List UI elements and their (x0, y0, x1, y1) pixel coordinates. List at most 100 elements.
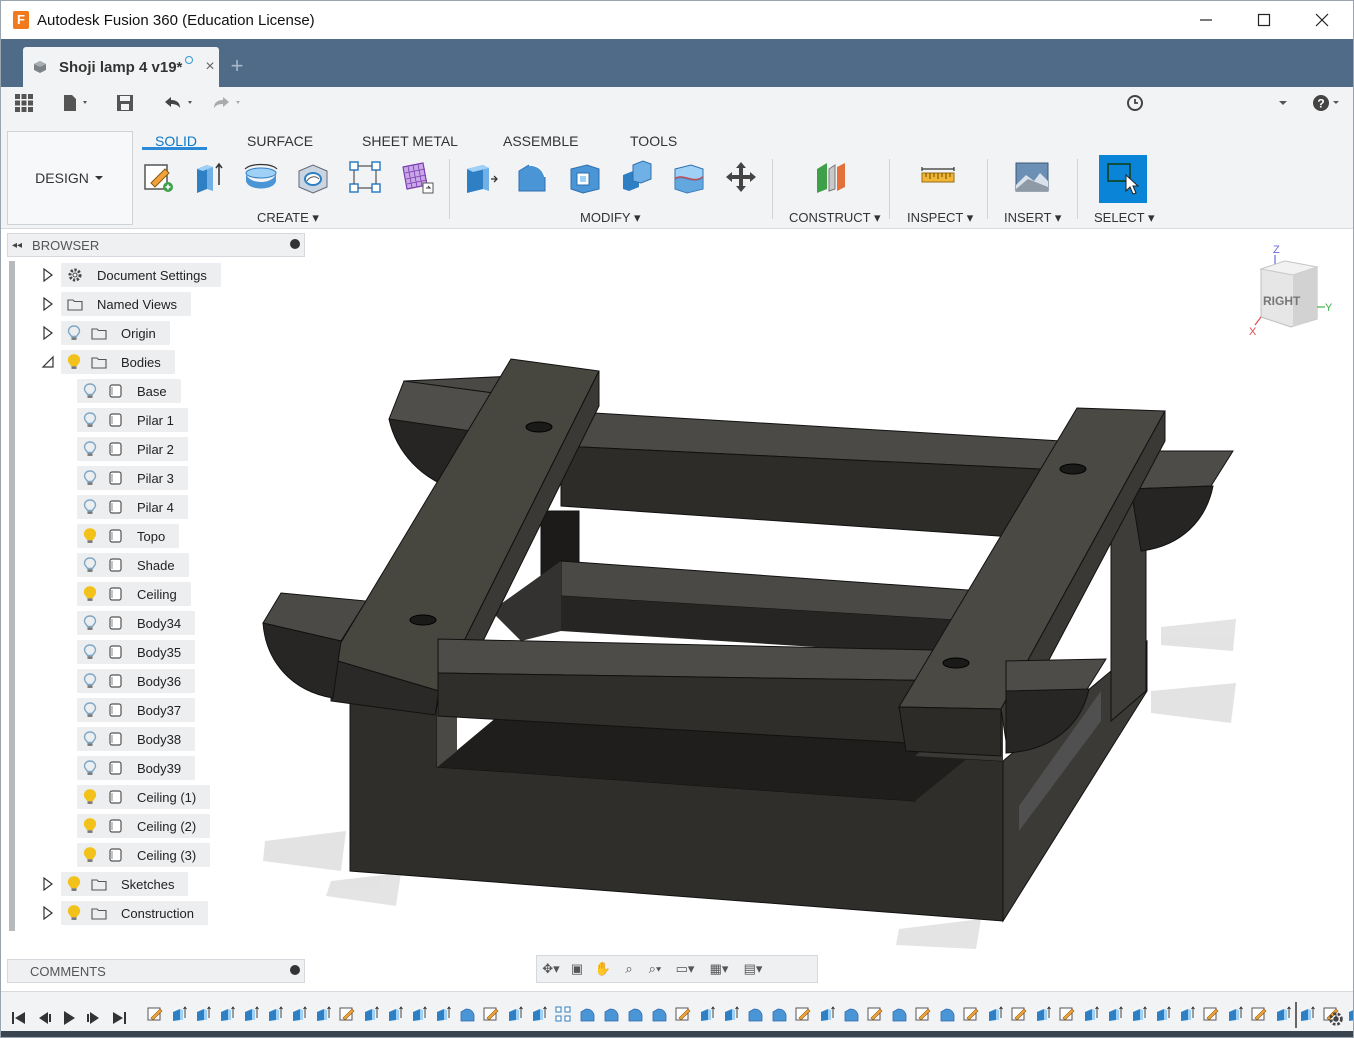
inspect-menu[interactable]: INSPECT ▾ (907, 210, 973, 226)
timeline-extrude-icon[interactable] (315, 1006, 331, 1022)
new-tab-button[interactable]: + (225, 55, 249, 79)
visibility-bulb-icon[interactable] (83, 528, 97, 544)
browser-item-chip[interactable]: Sketches (61, 872, 189, 896)
visibility-bulb-icon[interactable] (67, 325, 81, 341)
visibility-bulb-icon[interactable] (67, 905, 81, 921)
press-pull-icon[interactable] (463, 159, 499, 195)
visibility-bulb-icon[interactable] (83, 702, 97, 718)
timeline-extrude-icon[interactable] (819, 1006, 835, 1022)
visibility-bulb-icon[interactable] (83, 557, 97, 573)
browser-item[interactable]: Shade (77, 553, 317, 577)
visibility-bulb-icon[interactable] (83, 847, 97, 863)
browser-item[interactable]: Ceiling (77, 582, 317, 606)
tab-assemble[interactable]: ASSEMBLE (503, 133, 578, 149)
go-to-start-icon[interactable] (9, 1008, 29, 1028)
browser-item[interactable]: Pilar 2 (77, 437, 317, 461)
tab-tools[interactable]: TOOLS (630, 133, 677, 149)
timeline-extrude-icon[interactable] (243, 1006, 259, 1022)
browser-item[interactable]: Origin (41, 321, 281, 345)
timeline-extrude-icon[interactable] (291, 1006, 307, 1022)
grid-settings-icon[interactable]: ▦▾ (703, 959, 735, 979)
comments-panel[interactable]: COMMENTS (7, 959, 305, 983)
browser-item-chip[interactable]: Body36 (77, 669, 196, 693)
visibility-bulb-icon[interactable] (83, 412, 97, 428)
browser-item-chip[interactable]: Pilar 4 (77, 495, 188, 519)
browser-item[interactable]: Base (77, 379, 317, 403)
extrude-icon[interactable] (191, 159, 227, 195)
timeline-pattern-icon[interactable] (555, 1006, 571, 1022)
expand-arrow-icon[interactable] (41, 268, 55, 282)
help-button[interactable]: ? (1311, 91, 1345, 115)
timeline-extrude-icon[interactable] (1347, 1006, 1354, 1022)
minimize-button[interactable] (1177, 1, 1235, 39)
visibility-bulb-icon[interactable] (67, 876, 81, 892)
timeline-fillet-icon[interactable] (771, 1006, 787, 1022)
timeline-sketch-icon[interactable] (867, 1006, 883, 1022)
insert-menu[interactable]: INSERT ▾ (1004, 210, 1061, 226)
viewports-icon[interactable]: ▤▾ (737, 959, 769, 979)
modify-menu[interactable]: MODIFY ▾ (580, 210, 640, 226)
form-icon[interactable] (399, 159, 435, 195)
save-button[interactable] (115, 91, 135, 115)
step-back-icon[interactable] (34, 1008, 54, 1028)
timeline-extrude-icon[interactable] (1227, 1006, 1243, 1022)
browser-item-chip[interactable]: Body34 (77, 611, 196, 635)
timeline-fillet-icon[interactable] (651, 1006, 667, 1022)
step-forward-icon[interactable] (84, 1008, 104, 1028)
undo-button[interactable] (161, 91, 197, 115)
select-menu[interactable]: SELECT ▾ (1094, 210, 1154, 226)
timeline-extrude-icon[interactable] (699, 1006, 715, 1022)
timeline-fillet-icon[interactable] (627, 1006, 643, 1022)
browser-item[interactable]: Pilar 4 (77, 495, 317, 519)
timeline-extrude-icon[interactable] (267, 1006, 283, 1022)
browser-item-chip[interactable]: Bodies (61, 350, 175, 374)
timeline-extrude-icon[interactable] (1179, 1006, 1195, 1022)
timeline-extrude-icon[interactable] (1107, 1006, 1123, 1022)
workspace-switcher[interactable]: DESIGN (7, 131, 133, 225)
browser-item-chip[interactable]: Ceiling (2) (77, 814, 211, 838)
browser-item-chip[interactable]: Body38 (77, 727, 196, 751)
move-copy-icon[interactable] (723, 159, 759, 195)
browser-item-chip[interactable]: Document Settings (61, 263, 221, 287)
construct-menu[interactable]: CONSTRUCT ▾ (789, 210, 881, 226)
browser-item[interactable]: Sketches (41, 872, 281, 896)
visibility-bulb-icon[interactable] (83, 383, 97, 399)
timeline-extrude-icon[interactable] (531, 1006, 547, 1022)
browser-item-chip[interactable]: Base (77, 379, 181, 403)
add-comment-icon[interactable] (290, 965, 300, 975)
browser-item-chip[interactable]: Ceiling (1) (77, 785, 211, 809)
timeline-sketch-icon[interactable] (1203, 1006, 1219, 1022)
fillet-icon[interactable] (515, 159, 551, 195)
pan-hand-icon[interactable]: ✋ (591, 959, 615, 979)
timeline-extrude-icon[interactable] (1299, 1006, 1315, 1022)
revolve-icon[interactable] (243, 159, 279, 195)
browser-item-chip[interactable]: Named Views (61, 292, 191, 316)
viewcube[interactable]: Z RIGHT Y X (1247, 241, 1337, 341)
tab-sheet-metal[interactable]: SHEET METAL (362, 133, 458, 149)
timeline-sketch-icon[interactable] (1059, 1006, 1075, 1022)
orbit-icon[interactable]: ✥▾ (539, 959, 563, 979)
timeline-sketch-icon[interactable] (1011, 1006, 1027, 1022)
timeline-fillet-icon[interactable] (843, 1006, 859, 1022)
browser-item[interactable]: Ceiling (1) (77, 785, 317, 809)
browser-item[interactable]: Construction (41, 901, 281, 925)
create-sketch-icon[interactable] (141, 159, 177, 195)
visibility-bulb-icon[interactable] (83, 673, 97, 689)
browser-item-chip[interactable]: Shade (77, 553, 189, 577)
browser-item-chip[interactable]: Body35 (77, 640, 196, 664)
timeline-sketch-icon[interactable] (915, 1006, 931, 1022)
visibility-bulb-icon[interactable] (83, 470, 97, 486)
document-tab[interactable]: Shoji lamp 4 v19* × (23, 47, 219, 87)
visibility-bulb-icon[interactable] (83, 760, 97, 776)
split-body-icon[interactable] (671, 159, 707, 195)
collapse-arrow-icon[interactable] (41, 355, 55, 369)
timeline-extrude-icon[interactable] (1275, 1006, 1291, 1022)
timeline-extrude-icon[interactable] (987, 1006, 1003, 1022)
timeline-extrude-icon[interactable] (1131, 1006, 1147, 1022)
visibility-bulb-icon[interactable] (83, 499, 97, 515)
timeline-fillet-icon[interactable] (603, 1006, 619, 1022)
browser-item-chip[interactable]: Pilar 3 (77, 466, 188, 490)
browser-item[interactable]: Body39 (77, 756, 317, 780)
zoom-icon[interactable]: ⌕ (617, 959, 641, 979)
browser-item[interactable]: Bodies (41, 350, 281, 374)
